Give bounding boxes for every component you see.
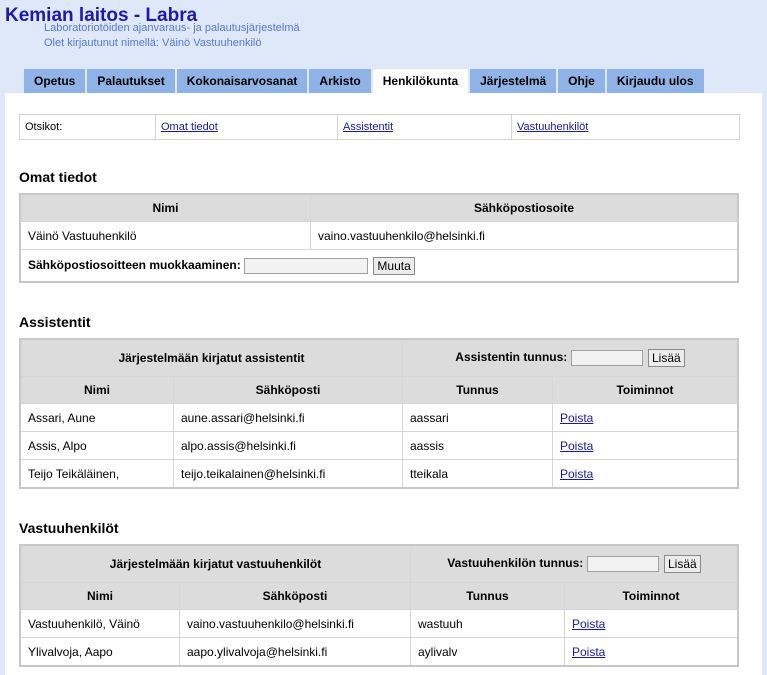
- responsibles-table: Järjestelmään kirjatut vastuuhenkilöt Va…: [19, 544, 739, 667]
- col-header-actions: Toiminnot: [552, 376, 739, 404]
- col-header-email: Sähköposti: [173, 376, 403, 404]
- assistant-email: teijo.teikalainen@helsinki.fi: [173, 459, 403, 489]
- tab-kirjaudu-ulos[interactable]: Kirjaudu ulos: [606, 69, 704, 93]
- remove-assistant-link[interactable]: Poista: [560, 411, 593, 425]
- heading-vastuuhenkilot: Vastuuhenkilöt: [19, 520, 119, 536]
- col-header-name: Nimi: [19, 582, 180, 610]
- assistant-id-label: Assistentin tunnus:: [455, 350, 568, 365]
- link-omat-tiedot[interactable]: Omat tiedot: [161, 121, 218, 133]
- section-links-label: Otsikot:: [20, 115, 156, 139]
- assistant-name: Assari, Aune: [19, 403, 174, 432]
- tab-henkilokunta[interactable]: Henkilökunta: [372, 69, 469, 93]
- col-header-email: Sähköpostiosoite: [310, 193, 739, 222]
- table-row: Vastuuhenkilö, Väinö vaino.vastuuhenkilo…: [19, 609, 739, 638]
- col-header-id: Tunnus: [402, 376, 553, 404]
- col-header-id: Tunnus: [410, 582, 565, 610]
- table-row: Väinö Vastuuhenkilö vaino.vastuuhenkilo@…: [19, 221, 739, 250]
- app-subtitle: Laboratoriotöiden ajanvaraus- ja palautu…: [44, 22, 300, 34]
- assistant-name: Assis, Alpo: [19, 431, 174, 460]
- tab-kokonaisarvosanat[interactable]: Kokonaisarvosanat: [176, 69, 308, 93]
- link-assistentit[interactable]: Assistentit: [343, 121, 393, 133]
- tab-arkisto[interactable]: Arkisto: [309, 69, 371, 93]
- tab-jarjestelma[interactable]: Järjestelmä: [470, 69, 557, 93]
- responsible-id: aylivalv: [410, 637, 565, 667]
- responsibles-bar-title: Järjestelmään kirjatut vastuuhenkilöt: [19, 544, 411, 583]
- tab-opetus[interactable]: Opetus: [24, 69, 86, 93]
- responsible-email: aapo.ylivalvoja@helsinki.fi: [179, 637, 411, 667]
- assistant-id: aassis: [402, 431, 553, 460]
- muuta-button[interactable]: Muuta: [373, 256, 415, 275]
- remove-responsible-link[interactable]: Poista: [572, 645, 605, 659]
- assistants-table: Järjestelmään kirjatut assistentit Assis…: [19, 338, 739, 489]
- table-row: Teijo Teikäläinen, teijo.teikalainen@hel…: [19, 459, 739, 489]
- responsible-id-label: Vastuuhenkilön tunnus:: [447, 556, 584, 571]
- tab-ohje[interactable]: Ohje: [558, 69, 605, 93]
- own-info-table: Nimi Sähköpostiosoite Väinö Vastuuhenkil…: [19, 193, 739, 283]
- assistants-bar-title: Järjestelmään kirjatut assistentit: [19, 338, 403, 377]
- assistant-id: tteikala: [402, 459, 553, 489]
- col-header-name: Nimi: [19, 193, 311, 222]
- responsible-name: Ylivalvoja, Aapo: [19, 637, 180, 667]
- col-header-email: Sähköposti: [179, 582, 411, 610]
- assistant-email: aune.assari@helsinki.fi: [173, 403, 403, 432]
- content-panel: Otsikot: Omat tiedot Assistentit Vastuuh…: [5, 93, 762, 675]
- responsible-name: Vastuuhenkilö, Väinö: [19, 609, 180, 638]
- add-assistant-button[interactable]: Lisää: [648, 349, 685, 367]
- remove-assistant-link[interactable]: Poista: [560, 467, 593, 481]
- tab-palautukset[interactable]: Palautukset: [87, 69, 175, 93]
- responsible-email: vaino.vastuuhenkilo@helsinki.fi: [179, 609, 411, 638]
- email-edit-row: Sähköpostiosoitteen muokkaaminen: Muuta: [19, 249, 739, 283]
- main-tabs: Opetus Palautukset Kokonaisarvosanat Ark…: [24, 69, 706, 93]
- table-row: Ylivalvoja, Aapo aapo.ylivalvoja@helsink…: [19, 637, 739, 667]
- link-vastuuhenkilot[interactable]: Vastuuhenkilöt: [517, 121, 588, 133]
- assistant-email: alpo.assis@helsinki.fi: [173, 431, 403, 460]
- responsible-id: wastuuh: [410, 609, 565, 638]
- table-row: Assis, Alpo alpo.assis@helsinki.fi aassi…: [19, 431, 739, 460]
- email-edit-input[interactable]: [244, 257, 369, 274]
- own-email: vaino.vastuuhenkilo@helsinki.fi: [310, 221, 739, 250]
- assistant-id: aassari: [402, 403, 553, 432]
- table-row: Assari, Aune aune.assari@helsinki.fi aas…: [19, 403, 739, 432]
- assistant-id-input[interactable]: [570, 350, 643, 366]
- section-links: Otsikot: Omat tiedot Assistentit Vastuuh…: [19, 114, 740, 140]
- heading-omat-tiedot: Omat tiedot: [19, 169, 97, 185]
- remove-responsible-link[interactable]: Poista: [572, 617, 605, 631]
- login-status: Olet kirjautunut nimellä: Väinö Vastuuhe…: [44, 37, 262, 49]
- email-edit-label: Sähköpostiosoitteen muokkaaminen:: [28, 257, 241, 272]
- remove-assistant-link[interactable]: Poista: [560, 439, 593, 453]
- assistant-name: Teijo Teikäläinen,: [19, 459, 174, 489]
- add-responsible-button[interactable]: Lisää: [664, 555, 701, 573]
- page-header: Kemian laitos - Labra Laboratoriotöiden …: [0, 0, 767, 66]
- heading-assistentit: Assistentit: [19, 314, 91, 330]
- col-header-name: Nimi: [19, 376, 174, 404]
- col-header-actions: Toiminnot: [564, 582, 739, 610]
- responsible-id-input[interactable]: [586, 556, 659, 572]
- own-name: Väinö Vastuuhenkilö: [19, 221, 311, 250]
